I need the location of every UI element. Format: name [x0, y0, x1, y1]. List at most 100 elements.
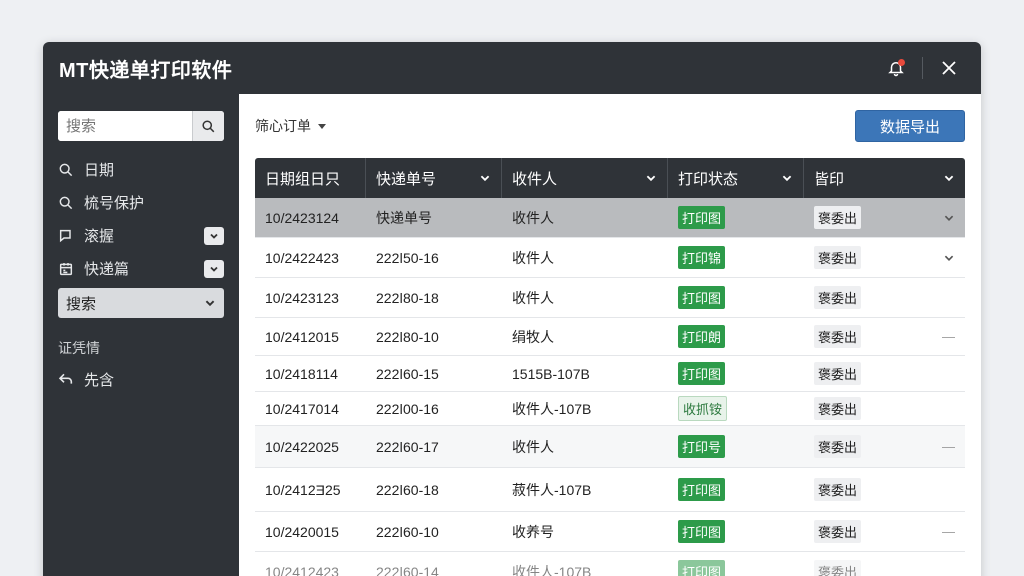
- action-button[interactable]: 褒委出: [814, 520, 862, 543]
- column-header-label: 打印状态: [678, 170, 739, 188]
- filter-dropdown[interactable]: 筛心订单: [255, 116, 855, 136]
- column-header-date[interactable]: 日期组日只: [255, 158, 366, 198]
- cell-status: 打印图: [668, 356, 804, 391]
- status-badge: 打印锦: [678, 246, 726, 269]
- action-button[interactable]: 褒委出: [814, 435, 862, 458]
- action-button[interactable]: 褒委出: [814, 362, 862, 385]
- action-button[interactable]: 褒委出: [814, 325, 862, 348]
- cell-date-text: 10/2422025: [265, 438, 339, 455]
- table-row[interactable]: 10/2422025 222ǀ60-17 收件人 打印号 褒委出 —: [255, 426, 965, 468]
- cell-recipient: 收件人-107B: [502, 392, 668, 425]
- status-badge: 打印图: [678, 286, 726, 309]
- column-header-label: 日期组日只: [265, 170, 341, 188]
- search-input[interactable]: [58, 111, 192, 141]
- sidebar-section-label: 证凭情: [58, 340, 100, 356]
- chevron-down-icon: [782, 175, 792, 182]
- table-row[interactable]: 10/2423123 222ǀ80-18 收件人 打印图 褒委出: [255, 278, 965, 318]
- notification-button[interactable]: [878, 50, 914, 86]
- status-badge: 打印图: [678, 560, 726, 576]
- cell-recipient-text: 收养号: [512, 523, 554, 540]
- search-button[interactable]: [192, 111, 224, 141]
- chevron-down-icon: [646, 175, 656, 182]
- calendar-icon: [58, 261, 80, 277]
- app-title: MT快递单打印软件: [59, 59, 233, 82]
- cell-date: 10/2412015: [255, 318, 366, 355]
- action-button[interactable]: 褒委出: [814, 560, 862, 576]
- sidebar: 日期 梳号保护 滚握 快递篇 搜索 证凭情 先含: [43, 94, 239, 576]
- table-row[interactable]: 10/2420015 222ǀ60-10 收养号 打印图 褒委出 —: [255, 512, 965, 552]
- sidebar-select[interactable]: 搜索: [58, 288, 224, 318]
- action-button[interactable]: 褒委出: [814, 206, 862, 229]
- cell-action: 褒委出: [804, 356, 965, 391]
- cell-action: 褒委出: [804, 468, 965, 511]
- column-header-status[interactable]: 打印状态: [668, 158, 804, 198]
- sidebar-item-express[interactable]: 快递篇: [58, 252, 224, 285]
- expand-toggle[interactable]: [204, 259, 224, 278]
- status-badge: 打印图: [678, 520, 726, 543]
- column-header-label: 皆印: [814, 170, 845, 188]
- status-badge: 打印图: [678, 206, 726, 229]
- cell-status: 打印朗: [668, 318, 804, 355]
- cell-recipient: 收养号: [502, 512, 668, 551]
- cell-tracking-text: 222ǀ60-10: [376, 523, 439, 540]
- cell-recipient: 收件人-107B: [502, 552, 668, 576]
- sidebar-item-protection[interactable]: 梳号保护: [58, 186, 224, 219]
- main-content: 筛心订单 数据导出 日期组日只 快递单号 收件人 打印状态 皆印 10/2423124 快…: [239, 94, 981, 576]
- table-row[interactable]: 10/2422423 222ǀ50-16 收件人 打印锦 褒委出: [255, 238, 965, 278]
- row-menu-handle[interactable]: —: [942, 329, 955, 344]
- search-icon: [58, 162, 80, 178]
- cell-recipient: 收件人: [502, 238, 668, 277]
- table-row[interactable]: 10/2418114 222ǀ60-15 1515B-107B 打印图 褒委出: [255, 356, 965, 392]
- cell-tracking: 222ǀ80-10: [366, 318, 502, 355]
- cell-recipient-text: 绢牧人: [512, 328, 554, 345]
- chevron-down-icon[interactable]: [943, 212, 955, 224]
- cell-recipient: 绢牧人: [502, 318, 668, 355]
- action-button[interactable]: 褒委出: [814, 286, 862, 309]
- row-menu-handle[interactable]: —: [942, 439, 955, 454]
- chevron-down-icon[interactable]: [943, 252, 955, 264]
- expand-toggle[interactable]: [204, 226, 224, 245]
- cell-status: 收抓铵: [668, 392, 804, 425]
- table-row[interactable]: 10/2412015 222ǀ80-10 绢牧人 打印朗 褒委出 —: [255, 318, 965, 356]
- close-icon: [942, 61, 956, 75]
- action-button[interactable]: 褒委出: [814, 478, 862, 501]
- sidebar-item-date[interactable]: 日期: [58, 153, 224, 186]
- cell-date: 10/2422025: [255, 426, 366, 467]
- cell-date-text: 10/2422423: [265, 249, 339, 266]
- filter-label: 筛心订单: [255, 118, 311, 134]
- column-header-action[interactable]: 皆印: [804, 158, 965, 198]
- column-header-tracking[interactable]: 快递单号: [366, 158, 502, 198]
- cell-date-text: 10/2412015: [265, 328, 339, 345]
- action-button[interactable]: 褒委出: [814, 397, 862, 420]
- table-row[interactable]: 10/2412Ǝ25 222ǀ60-18 菽件人-107B 打印图 褒委出: [255, 468, 965, 512]
- column-header-label: 快递单号: [376, 170, 437, 188]
- cell-status: 打印号: [668, 426, 804, 467]
- cell-tracking: 222ǀ60-18: [366, 468, 502, 511]
- cell-status: 打印锦: [668, 238, 804, 277]
- column-header-label: 收件人: [512, 170, 558, 188]
- column-header-recipient[interactable]: 收件人: [502, 158, 668, 198]
- cell-recipient: 1515B-107B: [502, 356, 668, 391]
- cell-recipient-text: 菽件人-107B: [512, 481, 592, 498]
- title-bar: MT快递单打印软件: [43, 42, 981, 94]
- sidebar-item-label: 快递篇: [84, 261, 130, 278]
- cell-date-text: 10/2423123: [265, 289, 339, 306]
- cell-tracking: 222ǀ50-16: [366, 238, 502, 277]
- chevron-down-icon: [480, 175, 490, 182]
- cell-tracking: 222ǀ00-16: [366, 392, 502, 425]
- export-button[interactable]: 数据导出: [855, 110, 965, 142]
- table-row[interactable]: 10/2412423 222ǀ60-14 收件人-107B 打印图 褒委出: [255, 552, 965, 576]
- cell-date: 10/2417014: [255, 392, 366, 425]
- close-button[interactable]: [931, 50, 967, 86]
- cell-status: 打印图: [668, 552, 804, 576]
- row-menu-handle[interactable]: —: [942, 524, 955, 539]
- titlebar-divider: [922, 57, 923, 79]
- cell-tracking-text: 222ǀ80-10: [376, 328, 439, 345]
- sidebar-item-scroll[interactable]: 滚握: [58, 219, 224, 252]
- chevron-down-icon: [210, 233, 218, 239]
- table-row[interactable]: 10/2417014 222ǀ00-16 收件人-107B 收抓铵 褒委出: [255, 392, 965, 426]
- cell-action: 褒委出 —: [804, 426, 965, 467]
- table-row[interactable]: 10/2423124 快递单号 收件人 打印图 褒委出: [255, 198, 965, 238]
- back-link[interactable]: 先含: [58, 364, 224, 394]
- action-button[interactable]: 褒委出: [814, 246, 862, 269]
